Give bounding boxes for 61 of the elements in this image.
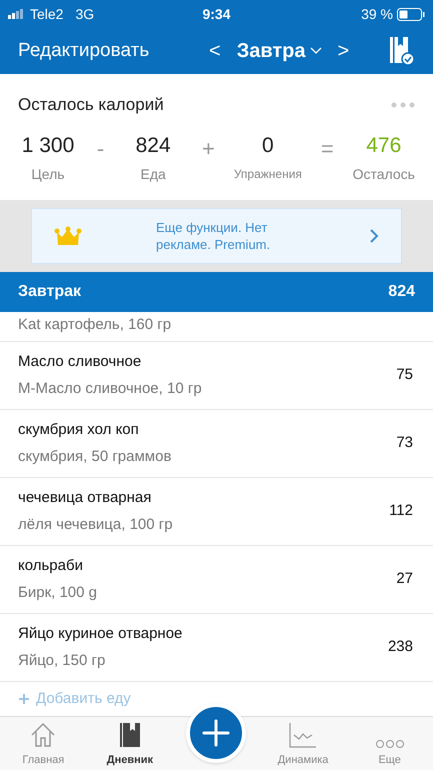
network-type: 3G — [75, 4, 94, 24]
food-entry[interactable]: Яйцо куриное отварное Яйцо, 150 гр 238 — [0, 614, 433, 682]
entry-name: Яйцо куриное отварное — [18, 624, 184, 644]
book-icon — [118, 720, 142, 748]
more-icon — [374, 738, 405, 748]
premium-banner[interactable]: Еще функции. Нет рекламе. Premium. — [31, 208, 402, 264]
tab-bar-item[interactable]: Динамика — [260, 717, 346, 770]
operator-sign: = — [320, 134, 334, 162]
battery-percent: 39 % — [361, 4, 393, 24]
calorie-value: 0 — [262, 132, 274, 158]
food-entry[interactable]: чечевица отварная лёля чечевица, 100 гр 112 — [0, 478, 433, 546]
calorie-value: 1 300 — [22, 132, 74, 158]
calorie-label: Цель — [31, 165, 65, 184]
promo-text: Еще функции. Нет рекламе. Premium. — [155, 219, 272, 253]
edit-button[interactable]: Редактировать — [18, 36, 150, 66]
clock: 9:34 — [202, 4, 231, 24]
entry-detail: Бирк, 100 g — [18, 582, 98, 602]
battery-icon — [397, 8, 425, 20]
previous-day-button[interactable]: < — [209, 36, 221, 66]
entry-calories: 73 — [396, 433, 414, 454]
tab-bar-item[interactable]: Дневник — [86, 717, 174, 770]
entry-calories: 27 — [396, 569, 414, 590]
operator-sign: + — [202, 134, 215, 162]
chart-icon — [288, 720, 318, 748]
food-entry[interactable]: скумбрия хол коп скумбрия, 50 граммов 73 — [0, 410, 433, 478]
tab-bar-item[interactable]: Еще — [346, 717, 433, 770]
meal-calories: 824 — [388, 282, 415, 302]
plus-icon — [18, 693, 30, 705]
chevron-down-icon — [310, 47, 322, 55]
entry-detail: М-Масло сливочное, 10 гр — [18, 378, 203, 398]
calorie-label: Упражнения — [234, 166, 302, 183]
entry-name: Масло сливочное — [18, 352, 142, 372]
calorie-label: Еда — [140, 165, 166, 184]
operator-sign: - — [96, 134, 104, 162]
food-entry[interactable]: Масло сливочное М-Масло сливочное, 10 гр 75 — [0, 342, 433, 410]
home-icon — [29, 720, 58, 748]
diary-check-icon[interactable] — [389, 36, 415, 66]
tab-bar-item[interactable]: Главная — [0, 717, 87, 770]
entry-name: скумбрия хол коп — [18, 420, 140, 440]
entry-calories: 75 — [396, 365, 414, 386]
entry-detail: Kat картофель, 160 гр — [18, 316, 172, 333]
entry-detail: лёля чечевица, 100 гр — [18, 514, 174, 534]
signal-icon — [8, 9, 26, 19]
calorie-label: Осталось — [352, 165, 415, 184]
entry-calories: 112 — [389, 501, 414, 522]
chevron-right-icon — [369, 228, 379, 244]
calorie-value: 824 — [136, 132, 171, 158]
next-day-button[interactable]: > — [338, 36, 350, 66]
entry-calories: 238 — [388, 637, 414, 658]
card-title: Осталось калорий — [18, 94, 164, 116]
carrier-name: Tele2 — [30, 4, 64, 24]
plus-icon — [202, 719, 230, 747]
calorie-value: 476 — [366, 132, 402, 158]
crown-icon — [54, 226, 82, 246]
entry-detail: скумбрия, 50 граммов — [18, 446, 172, 466]
entry-name: кольраби — [18, 556, 84, 576]
food-entry[interactable]: кольраби Бирк, 100 g 27 — [0, 546, 433, 614]
date-selector[interactable]: Завтра — [236, 36, 322, 66]
meal-name: Завтрак — [18, 282, 82, 302]
entry-detail: Яйцо, 150 гр — [18, 650, 106, 670]
entry-name: чечевица отварная — [18, 488, 152, 508]
